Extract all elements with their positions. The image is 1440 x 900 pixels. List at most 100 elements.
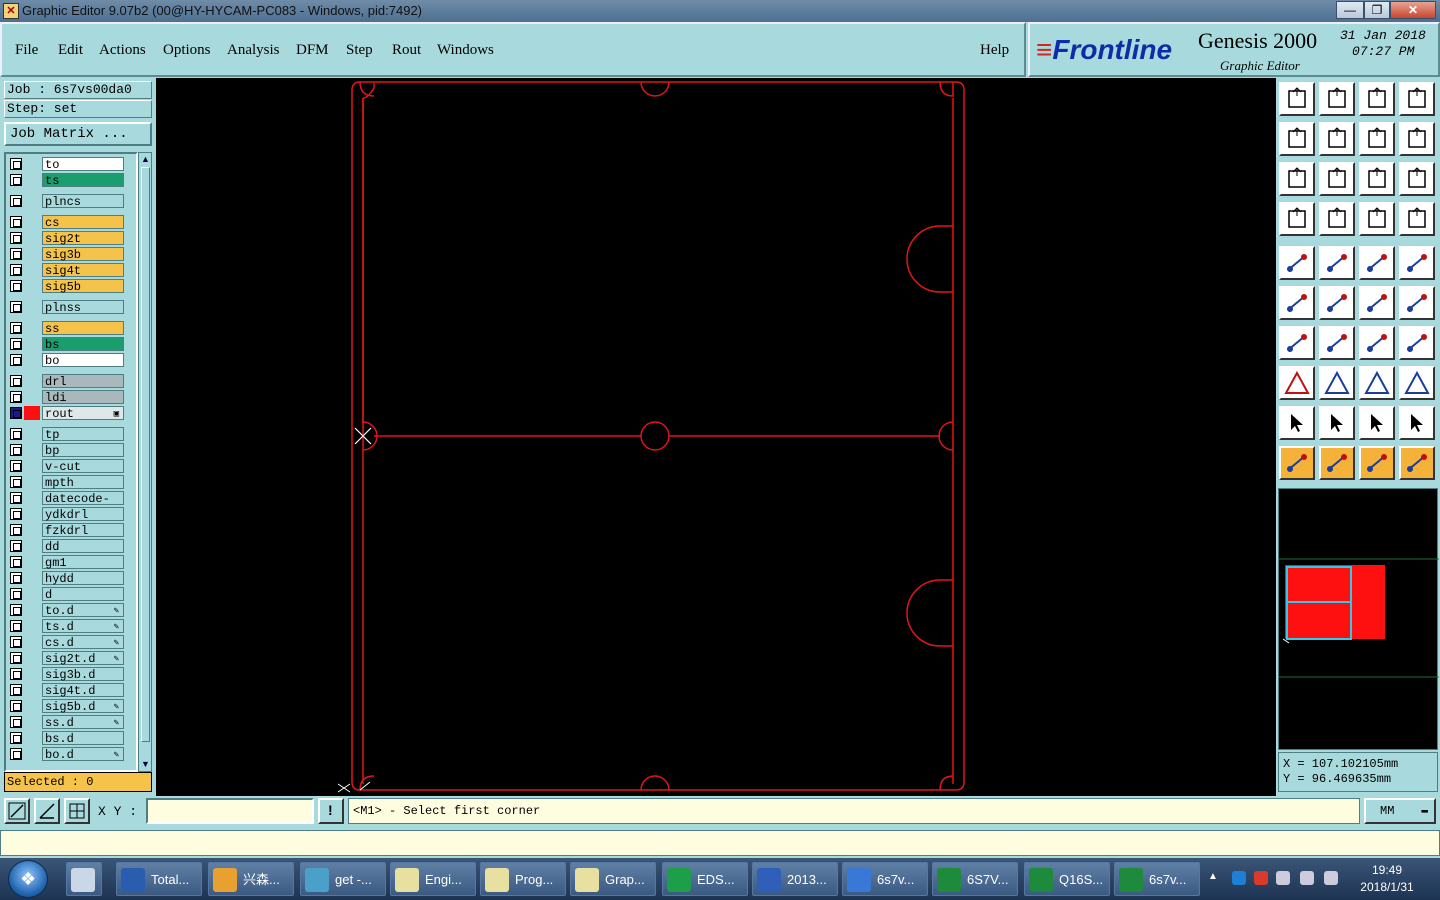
layer-row-dd[interactable]: dd	[8, 539, 126, 554]
layer-name[interactable]: ts	[42, 173, 124, 188]
layer-checkbox[interactable]	[10, 540, 22, 552]
layer-name[interactable]: sig2t	[42, 231, 124, 246]
tray-volume-icon[interactable]	[1324, 871, 1338, 885]
message-alert-button[interactable]: !	[318, 798, 344, 824]
move-point2-button[interactable]	[1399, 286, 1435, 320]
tri-1-button[interactable]	[1279, 406, 1315, 440]
layer-checkbox[interactable]	[10, 748, 22, 760]
menu-rout[interactable]: Rout	[392, 42, 421, 59]
layer-row-cs.d[interactable]: cs.d ✎	[8, 635, 126, 650]
maximize-button[interactable]: ❐	[1364, 1, 1390, 19]
layer-color-swatch[interactable]	[24, 353, 40, 367]
layer-color-swatch[interactable]	[24, 555, 40, 569]
ruler-button[interactable]	[1359, 246, 1395, 280]
layer-row-drl[interactable]: drl	[8, 374, 126, 389]
grid-snap-button[interactable]	[64, 798, 90, 824]
layer-name[interactable]: bo	[42, 353, 124, 368]
layer-row-ss[interactable]: ss	[8, 321, 126, 336]
layer-checkbox[interactable]	[10, 174, 22, 186]
layer-row-sig2t[interactable]: sig2t	[8, 231, 126, 246]
layer-color-swatch[interactable]	[24, 731, 40, 745]
layer-name[interactable]: ts.d ✎	[42, 619, 124, 634]
layer-row-hydd[interactable]: hydd	[8, 571, 126, 586]
layer-checkbox[interactable]	[10, 280, 22, 292]
snap-mode-button[interactable]	[4, 798, 30, 824]
layer-checkbox[interactable]	[10, 556, 22, 568]
layer-checkbox[interactable]	[10, 407, 22, 419]
layer-name[interactable]: ydkdrl	[42, 507, 124, 522]
layer-name[interactable]: to	[42, 157, 124, 172]
layer-name[interactable]: bs.d	[42, 731, 124, 746]
layer-checkbox[interactable]	[10, 476, 22, 488]
layer-row-fzkdrl[interactable]: fzkdrl	[8, 523, 126, 538]
layers-red-button[interactable]	[1359, 202, 1395, 236]
layer-checkbox[interactable]	[10, 375, 22, 387]
xy-input[interactable]	[146, 798, 314, 824]
layer-name[interactable]: gm1	[42, 555, 124, 570]
layer-row-sig3b.d[interactable]: sig3b.d	[8, 667, 126, 682]
snake-button[interactable]	[1399, 122, 1435, 156]
layer-checkbox[interactable]	[10, 354, 22, 366]
layer-name[interactable]: fzkdrl	[42, 523, 124, 538]
layer-row-tp[interactable]: tp	[8, 427, 126, 442]
layer-checkbox[interactable]	[10, 572, 22, 584]
layer-name[interactable]: hydd	[42, 571, 124, 586]
layer-row-bo[interactable]: bo	[8, 353, 126, 368]
taskbar-item[interactable]: 2013...	[752, 862, 838, 896]
taskbar-item[interactable]: get -...	[300, 862, 386, 896]
layer-row-bp[interactable]: bp	[8, 443, 126, 458]
layer-color-swatch[interactable]	[24, 651, 40, 665]
layer-checkbox[interactable]	[10, 248, 22, 260]
layer-checkbox[interactable]	[10, 444, 22, 456]
layer-color-swatch[interactable]	[24, 443, 40, 457]
layer-name[interactable]: sig4t.d	[42, 683, 124, 698]
layer-checkbox[interactable]	[10, 264, 22, 276]
layer-checkbox[interactable]	[10, 158, 22, 170]
layer-row-ts[interactable]: ts	[8, 173, 126, 188]
menu-analysis[interactable]: Analysis	[227, 42, 280, 59]
layer-color-swatch[interactable]	[24, 390, 40, 404]
tray-network-app-icon[interactable]	[1232, 871, 1246, 885]
layer-color-swatch[interactable]	[24, 603, 40, 617]
layer-row-v-cut[interactable]: v-cut	[8, 459, 126, 474]
layer-color-swatch[interactable]	[24, 406, 40, 420]
layer-color-swatch[interactable]	[24, 194, 40, 208]
layer-row-ldi[interactable]: ldi	[8, 390, 126, 405]
layer-color-swatch[interactable]	[24, 683, 40, 697]
layer-color-swatch[interactable]	[24, 459, 40, 473]
layer-row-to[interactable]: to	[8, 157, 126, 172]
taskbar-item[interactable]: EDS...	[662, 862, 748, 896]
close-button[interactable]: ✕	[1390, 1, 1436, 19]
layer-name[interactable]: dd	[42, 539, 124, 554]
home-button[interactable]	[1359, 82, 1395, 116]
layer-row-sig4t.d[interactable]: sig4t.d	[8, 683, 126, 698]
menu-edit[interactable]: Edit	[58, 42, 83, 59]
layer-name[interactable]: sig3b	[42, 247, 124, 262]
layer-row-ts.d[interactable]: ts.d ✎	[8, 619, 126, 634]
cross-button[interactable]	[1319, 286, 1355, 320]
layer-name[interactable]: cs	[42, 215, 124, 230]
layer-color-swatch[interactable]	[24, 247, 40, 261]
layer-checkbox[interactable]	[10, 338, 22, 350]
layer-checkbox[interactable]	[10, 508, 22, 520]
copy-button[interactable]	[1279, 366, 1315, 400]
layer-row-ydkdrl[interactable]: ydkdrl	[8, 507, 126, 522]
settings-button[interactable]	[1279, 202, 1315, 236]
layer-color-swatch[interactable]	[24, 491, 40, 505]
menu-help[interactable]: Help	[980, 42, 1009, 59]
layer-row-bs.d[interactable]: bs.d	[8, 731, 126, 746]
pointer-circle-button[interactable]	[1359, 446, 1395, 480]
taskbar-item[interactable]: 6s7v...	[842, 862, 928, 896]
layer-row-to.d[interactable]: to.d ✎	[8, 603, 126, 618]
taskbar-item[interactable]: Prog...	[480, 862, 566, 896]
net-button[interactable]	[1279, 286, 1315, 320]
draw-rect-button[interactable]	[1319, 246, 1355, 280]
layer-color-swatch[interactable]	[24, 427, 40, 441]
layer-row-plncs[interactable]: plncs	[8, 194, 126, 209]
layer-name[interactable]: tp	[42, 427, 124, 442]
layer-checkbox[interactable]	[10, 492, 22, 504]
pad-button[interactable]	[1399, 246, 1435, 280]
tri-4-button[interactable]	[1399, 406, 1435, 440]
layer-color-swatch[interactable]	[24, 715, 40, 729]
layer-row-cs[interactable]: cs	[8, 215, 126, 230]
